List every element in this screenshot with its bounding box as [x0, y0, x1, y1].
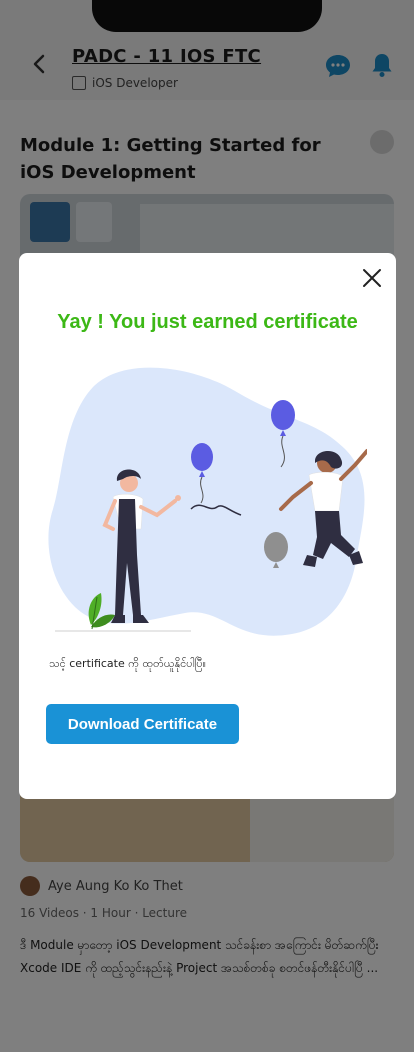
certificate-message: သင့် certificate ကို ထုတ်ယူနိုင်ပါပြီ။ — [49, 657, 206, 670]
close-icon[interactable] — [357, 263, 387, 293]
celebration-illustration — [48, 367, 367, 636]
download-certificate-button[interactable]: Download Certificate — [46, 704, 239, 744]
dialog-title: Yay ! You just earned certificate — [57, 311, 358, 333]
certificate-dialog: Yay ! You just earned certificate သင့် c… — [19, 253, 396, 799]
